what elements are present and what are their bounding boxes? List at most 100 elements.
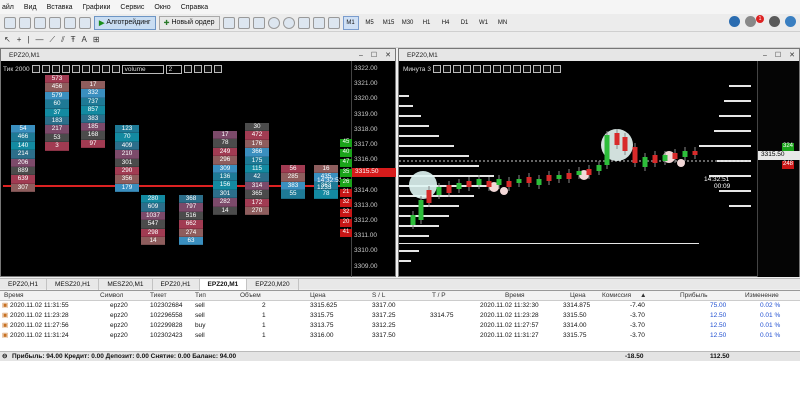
close-icon[interactable]: ✕ (385, 51, 391, 59)
tool-square-icon[interactable] (443, 65, 452, 73)
vertical-line-icon[interactable]: | (27, 35, 29, 44)
trend-line-icon[interactable]: ⟋ (49, 35, 55, 45)
table-row[interactable]: ▣ 2020.11.02 11:27:56 epz20 102299828 buy 1 33… (0, 321, 800, 331)
footprint-cluster[interactable]: 54 466 140 214 206 889 639 307 (11, 125, 35, 193)
chart-tab[interactable]: EPZ20,M20 (247, 278, 299, 290)
zoom-out-icon[interactable] (282, 16, 295, 29)
tool-square-icon[interactable] (91, 65, 100, 73)
table-row[interactable]: ▣ 2020.11.02 11:31:55 epz20 102302684 sell 2 3… (0, 301, 800, 311)
profiles-icon[interactable] (19, 16, 31, 29)
new-chart-icon[interactable] (4, 16, 16, 29)
volume-spinner[interactable]: 2 (165, 64, 182, 74)
timeframe-m5[interactable]: M5 (362, 16, 378, 30)
channel-icon[interactable]: ⫽ (61, 35, 65, 45)
chart-tab[interactable]: EPZ20,H1 (0, 278, 47, 290)
chart-shift-icon[interactable] (327, 16, 340, 29)
col-tp[interactable]: T / P (432, 291, 446, 301)
menu-window[interactable]: Окно (154, 4, 170, 11)
footprint-cluster[interactable]: 573 456 579 60 37 183 217 53 3 (45, 75, 69, 151)
candle-chart-icon[interactable] (237, 16, 250, 29)
col-sl[interactable]: S / L (372, 291, 385, 301)
minimize-icon[interactable]: – (763, 52, 767, 59)
tool-square-icon[interactable] (483, 65, 492, 73)
footprint-cluster[interactable]: 17 78 249 296 309 136 156 301 282 14 (213, 131, 237, 215)
chart-tab-active[interactable]: EPZ20,M1 (199, 278, 248, 290)
menu-charts[interactable]: Графики (83, 4, 111, 11)
horizontal-line-icon[interactable]: — (35, 35, 43, 44)
navigator-icon[interactable] (49, 16, 61, 29)
col-change[interactable]: Изменение (745, 291, 779, 301)
menu-help[interactable]: Справка (181, 4, 208, 11)
footprint-cluster[interactable]: 30 472 176 366 175 115 42 314 365 172 270 (245, 123, 269, 216)
minimize-icon[interactable]: – (359, 52, 363, 59)
maximize-icon[interactable]: ☐ (775, 51, 781, 59)
tool-square-icon[interactable] (553, 65, 562, 73)
tool-square-icon[interactable] (51, 65, 60, 73)
footprint-cluster[interactable]: 280 609 1037 547 298 14 (141, 195, 165, 246)
footprint-cluster[interactable]: 123 70 409 210 301 290 356 179 (115, 125, 139, 193)
tool-square-icon[interactable] (503, 65, 512, 73)
footprint-cluster[interactable]: 17 332 737 857 383 185 168 97 (81, 81, 105, 149)
tool-square-icon[interactable] (41, 65, 50, 73)
community-icon[interactable] (769, 16, 780, 27)
tile-windows-icon[interactable] (297, 16, 310, 29)
tool-square-icon[interactable] (433, 65, 442, 73)
tool-square-icon[interactable] (463, 65, 472, 73)
timeframe-m15[interactable]: M15 (381, 16, 397, 30)
signals-icon[interactable] (79, 16, 91, 29)
zoom-in-icon[interactable] (267, 16, 280, 29)
auto-scroll-icon[interactable] (312, 16, 325, 29)
timeframe-h4[interactable]: H4 (438, 16, 454, 30)
crosshair-icon[interactable]: + (17, 35, 22, 44)
chart-tab[interactable]: MESZ20,H1 (47, 278, 100, 290)
menu-view[interactable]: Вид (24, 4, 37, 11)
col-profit[interactable]: Прибыль (680, 291, 708, 301)
tool-square-icon[interactable] (183, 65, 192, 73)
terminal-icon[interactable] (64, 16, 76, 29)
timeframe-mn[interactable]: MN (495, 16, 511, 30)
close-icon[interactable]: ✕ (789, 51, 795, 59)
fibonacci-icon[interactable]: Ŧ (71, 35, 76, 44)
timeframe-m1[interactable]: M1 (342, 15, 359, 30)
tool-square-icon[interactable] (453, 65, 462, 73)
bar-chart-icon[interactable] (222, 16, 235, 29)
tool-square-icon[interactable] (31, 65, 40, 73)
tool-square-icon[interactable] (203, 65, 212, 73)
col-symbol[interactable]: Символ (100, 291, 123, 301)
notifications-icon[interactable] (745, 16, 756, 27)
col-close-price[interactable]: Цена (570, 291, 586, 301)
footprint-cluster[interactable]: 368 797 516 662 274 63 (179, 195, 203, 246)
tool-square-icon[interactable] (523, 65, 532, 73)
tool-square-icon[interactable] (81, 65, 90, 73)
col-commission[interactable]: Комиссия (602, 291, 631, 301)
market-watch-icon[interactable] (34, 16, 46, 29)
tool-square-icon[interactable] (493, 65, 502, 73)
tool-square-icon[interactable] (213, 65, 222, 73)
algo-trading-button[interactable]: ▶ Алготрейдинг (94, 15, 156, 30)
col-ticket[interactable]: Тикет (150, 291, 167, 301)
table-row[interactable]: ▣ 2020.11.02 11:31:24 epz20 102302423 sell 1 3… (0, 331, 800, 341)
col-type[interactable]: Тип (195, 291, 206, 301)
col-price[interactable]: Цена (310, 291, 326, 301)
chart-tab[interactable]: MESZ20,M1 (99, 278, 153, 290)
new-order-button[interactable]: ✚ Новый ордер (158, 15, 220, 30)
timeframe-h1[interactable]: H1 (419, 16, 435, 30)
tool-square-icon[interactable] (61, 65, 70, 73)
tool-square-icon[interactable] (513, 65, 522, 73)
tool-square-icon[interactable] (533, 65, 542, 73)
timeframe-w1[interactable]: W1 (476, 16, 492, 30)
account-icon[interactable] (729, 16, 740, 27)
line-chart-icon[interactable] (252, 16, 265, 29)
chart-tab[interactable]: EPZ20,H1 (153, 278, 200, 290)
right-chart-canvas[interactable]: 14:32:51 00:09 (399, 75, 799, 275)
tool-square-icon[interactable] (193, 65, 202, 73)
search-icon[interactable] (785, 16, 796, 27)
text-icon[interactable]: A (82, 35, 87, 44)
tool-square-icon[interactable] (111, 65, 120, 73)
footprint-cluster[interactable]: 56 285 383 55 (281, 165, 305, 199)
col-volume[interactable]: Объем (240, 291, 261, 301)
col-close-time[interactable]: Время (505, 291, 525, 301)
menu-insert[interactable]: Вставка (47, 4, 73, 11)
shapes-icon[interactable]: ⊞ (93, 35, 100, 44)
volume-select[interactable]: volume (121, 64, 164, 74)
